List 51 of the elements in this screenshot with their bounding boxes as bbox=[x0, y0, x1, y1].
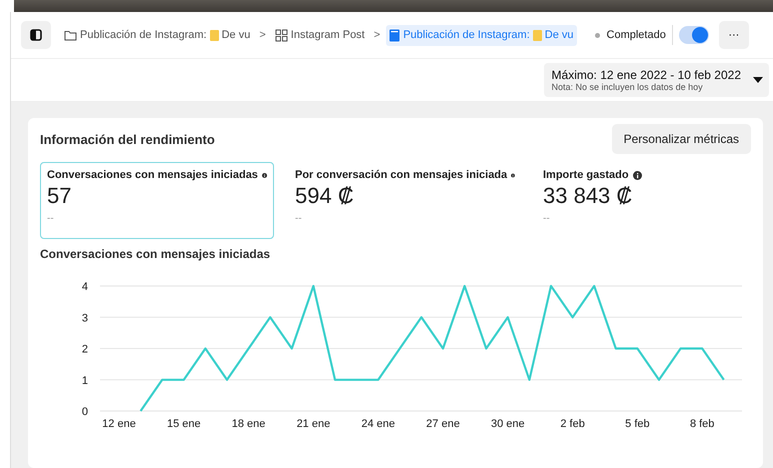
status-dot bbox=[594, 32, 600, 38]
breadcrumb-link[interactable]: Publicación de Instagram: De vu bbox=[61, 25, 254, 45]
breadcrumb-separator: > bbox=[374, 29, 380, 41]
x-tick-label: 27 ene bbox=[426, 418, 460, 430]
metric-label: Importe gastado bbox=[543, 169, 629, 181]
metric-comparison: -- bbox=[47, 213, 55, 224]
note-icon bbox=[210, 30, 219, 40]
x-tick-label: 21 ene bbox=[296, 418, 330, 430]
y-tick-label: 3 bbox=[82, 312, 88, 324]
metric-value: 57 bbox=[47, 183, 72, 209]
x-tick-label: 30 ene bbox=[490, 418, 525, 430]
panel-title: Información del rendimiento bbox=[40, 132, 215, 146]
metric-comparison: -- bbox=[543, 213, 551, 224]
info-icon bbox=[262, 170, 267, 180]
x-tick-label: 18 ene bbox=[232, 418, 266, 430]
grid-icon bbox=[274, 28, 288, 42]
metric-card[interactable]: Por conversación con mensajes iniciada 594 ₡ -- bbox=[288, 162, 522, 239]
metric-value: 33 843 ₡ bbox=[543, 183, 634, 209]
breadcrumb-separator: > bbox=[259, 29, 266, 41]
breadcrumb-link[interactable]: Publicación de Instagram: De vu bbox=[386, 24, 577, 46]
metric-label: Por conversación con mensajes iniciada bbox=[295, 169, 508, 181]
metric-card[interactable]: Conversaciones con mensajes iniciadas 57 -- bbox=[40, 162, 274, 239]
x-tick-label: 15 ene bbox=[166, 418, 201, 430]
document-icon bbox=[389, 28, 400, 42]
y-tick-label: 4 bbox=[82, 281, 88, 293]
x-tick-label: 8 feb bbox=[690, 418, 714, 430]
toggle-switch[interactable] bbox=[678, 26, 709, 44]
status-label: Completado bbox=[606, 29, 666, 41]
metric-label: Conversaciones con mensajes iniciadas bbox=[47, 169, 258, 181]
y-tick-label: 0 bbox=[82, 406, 88, 418]
date-range-dropdown[interactable]: Máximo: 12 ene 2022 - 10 feb 2022 Nota: No se incluyen los datos de hoy bbox=[544, 63, 769, 97]
x-tick-label: 2 feb bbox=[560, 418, 585, 430]
x-tick-label: 24 ene bbox=[361, 418, 396, 430]
metric-card[interactable]: Importe gastado 33 843 ₡ -- bbox=[536, 162, 751, 239]
chart-title: Conversaciones con mensajes iniciadas bbox=[40, 247, 272, 261]
metric-comparison: -- bbox=[295, 213, 303, 224]
x-tick-label: 12 ene bbox=[102, 418, 136, 430]
metric-value: 594 ₡ bbox=[295, 183, 355, 209]
note-icon bbox=[532, 30, 542, 40]
info-icon bbox=[632, 170, 642, 180]
caret-icon bbox=[753, 77, 763, 83]
folder-icon bbox=[64, 30, 77, 40]
more-button[interactable]: ··· bbox=[718, 21, 749, 49]
y-tick-label: 2 bbox=[82, 344, 88, 356]
customize-metrics-button[interactable]: Personalizar métricas bbox=[612, 124, 751, 154]
x-tick-label: 5 feb bbox=[625, 418, 650, 430]
panel-icon bbox=[30, 29, 42, 41]
breadcrumb-link[interactable]: Instagram Post bbox=[272, 24, 368, 46]
y-tick-label: 1 bbox=[82, 374, 88, 387]
info-icon bbox=[511, 170, 515, 180]
sidebar-toggle-button[interactable] bbox=[21, 21, 51, 49]
